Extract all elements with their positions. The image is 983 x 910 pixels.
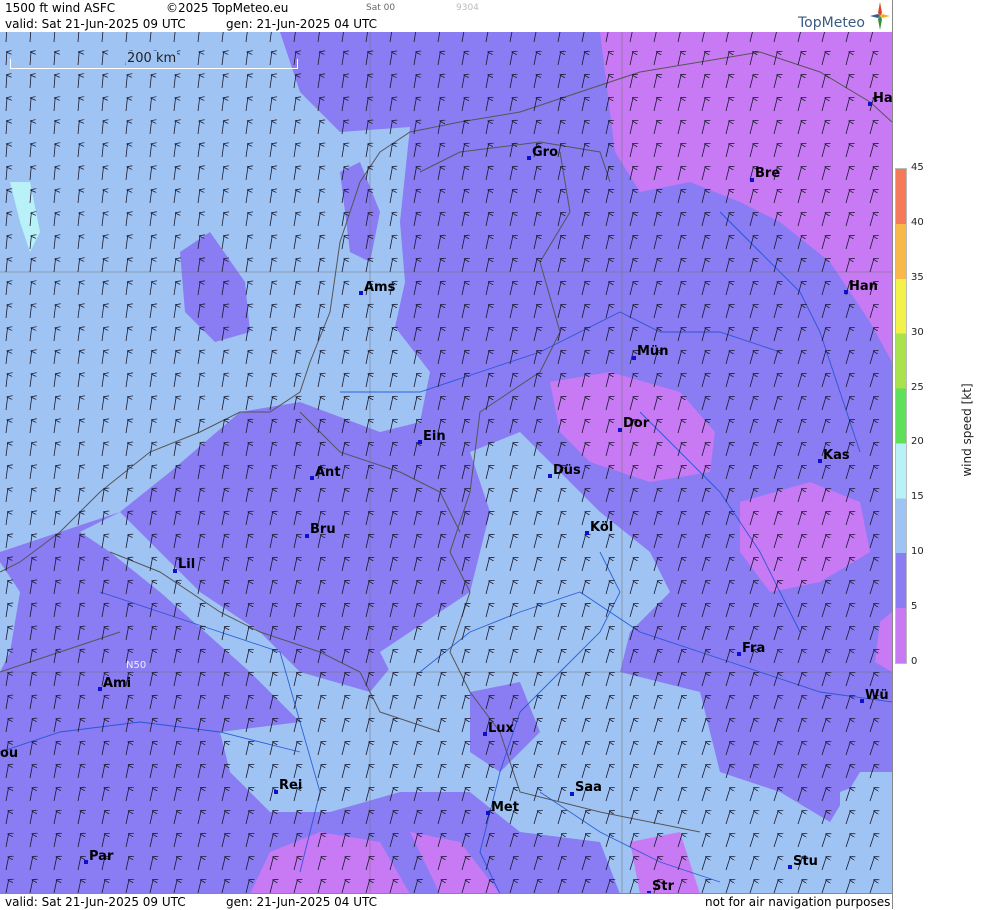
svg-text:Par: Par (89, 849, 114, 864)
colorbar-tick-label: 25 (911, 381, 924, 393)
city-ami: Ami (98, 676, 131, 691)
city-saa: Saa (570, 780, 602, 796)
generated-time: gen: 21-Jun-2025 04 UTC (226, 17, 378, 31)
city-bre: Bre (750, 166, 780, 182)
footer-generated-time: gen: 21-Jun-2025 04 UTC (226, 895, 378, 909)
wind-speed-colorbar (895, 168, 907, 664)
svg-text:Ant: Ant (315, 465, 341, 480)
svg-text:Lil: Lil (178, 557, 195, 572)
city-mun: Mün (632, 344, 668, 360)
city-ant: Ant (310, 465, 341, 480)
svg-text:Fra: Fra (742, 641, 765, 656)
svg-text:Kas: Kas (823, 448, 850, 463)
city-bru: Bru (305, 522, 336, 538)
city-wu: Wü (860, 688, 889, 703)
svg-text:Bre: Bre (755, 166, 780, 181)
city-ein: Ein (418, 429, 446, 444)
wind-map[interactable]: Ha Gro Bre Ams Han Mün Dor Ein Kas Düs A… (0, 32, 892, 894)
svg-text:Saa: Saa (575, 780, 602, 795)
header-validity-bar: valid: Sat 21-Jun-2025 09 UTC gen: 21-Ju… (0, 16, 892, 32)
city-gro: Gro (527, 145, 558, 160)
colorbar-tick-label: 20 (911, 436, 924, 448)
svg-text:Dor: Dor (623, 416, 650, 431)
svg-text:Han: Han (849, 279, 878, 294)
svg-text:Düs: Düs (553, 463, 581, 478)
city-ams: Ams (359, 280, 396, 295)
disclaimer: not for air navigation purposes (705, 895, 891, 909)
city-stu: Stu (788, 854, 818, 869)
header-bar: 1500 ft wind ASFC ©2025 TopMeteo.eu Sat … (0, 0, 892, 16)
run-label: Sat 00 (366, 3, 396, 13)
svg-text:Ams: Ams (364, 280, 396, 295)
city-met: Met (486, 800, 519, 815)
city-par: Par (84, 849, 114, 864)
svg-text:Köl: Köl (590, 520, 613, 535)
city-fra: Fra (737, 641, 765, 656)
code-label: 9304 (456, 3, 479, 13)
svg-text:Rei: Rei (279, 778, 302, 793)
colorbar-tick-label: 15 (911, 491, 924, 503)
compass-star-icon (870, 2, 890, 30)
colorbar-title: wind speed [kt] (960, 383, 974, 477)
svg-text:Wü: Wü (865, 688, 889, 703)
colorbar-tick-label: 30 (911, 326, 924, 338)
city-rei: Rei (274, 778, 302, 794)
valid-time: valid: Sat 21-Jun-2025 09 UTC (5, 17, 186, 31)
colorbar-tick-label: 10 (911, 546, 924, 558)
svg-text:Lux: Lux (488, 721, 515, 736)
latitude-label: N50 (126, 660, 147, 671)
logo-text: TopMeteo (798, 15, 865, 31)
svg-text:Bru: Bru (310, 522, 336, 537)
svg-text:Met: Met (491, 800, 519, 815)
svg-text:Ami: Ami (103, 676, 131, 691)
city-dor: Dor (618, 416, 650, 432)
city-lux: Lux (483, 721, 515, 736)
footer-valid-time: valid: Sat 21-Jun-2025 09 UTC (5, 895, 186, 909)
svg-text:ou: ou (0, 746, 18, 761)
scale-label: 200 km (126, 51, 178, 66)
city-ou: ou (0, 746, 18, 761)
svg-text:Ha: Ha (873, 91, 892, 106)
colorbar-tick-label: 45 (911, 162, 924, 173)
svg-text:Stu: Stu (793, 854, 818, 869)
copyright-text: ©2025 TopMeteo.eu (166, 1, 289, 15)
svg-text:Ein: Ein (423, 429, 446, 444)
topmeteo-logo: TopMeteo (798, 2, 892, 32)
colorbar-tick-label: 40 (911, 216, 924, 228)
colorbar-tick-label: 0 (911, 656, 918, 667)
svg-text:Gro: Gro (532, 145, 558, 160)
footer-bar: valid: Sat 21-Jun-2025 09 UTC gen: 21-Ju… (0, 893, 892, 910)
product-title: 1500 ft wind ASFC (5, 1, 116, 15)
city-han: Han (844, 279, 878, 294)
svg-text:Mün: Mün (637, 344, 668, 359)
city-kas: Kas (818, 448, 850, 463)
svg-text:Str: Str (652, 879, 675, 894)
colorbar-tick-label: 35 (911, 271, 924, 283)
city-kol: Köl (585, 520, 613, 535)
colorbar-tick-label: 5 (911, 601, 918, 613)
city-str: Str (647, 879, 675, 894)
city-dus: Düs (548, 463, 581, 478)
